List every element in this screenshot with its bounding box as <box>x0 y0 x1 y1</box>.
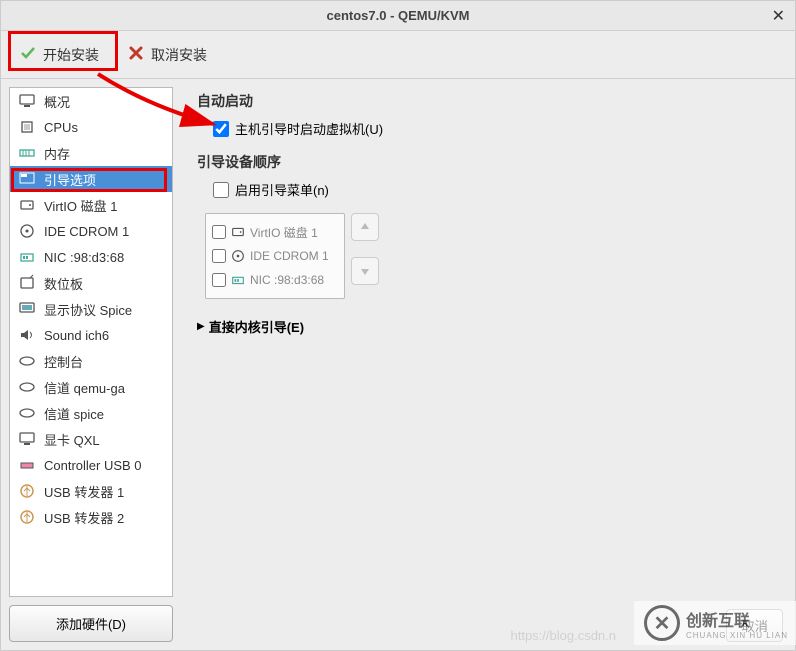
console-icon <box>18 352 36 370</box>
boot-icon <box>18 170 36 188</box>
window-title: centos7.0 - QEMU/KVM <box>326 8 469 23</box>
boot-device-row[interactable]: IDE CDROM 1 <box>210 244 340 268</box>
watermark-text: 创新互联 <box>686 607 788 631</box>
sidebar-item-label: 内存 <box>44 144 70 163</box>
sidebar-item-channel[interactable]: 信道 spice <box>10 400 172 426</box>
boot-device-row[interactable]: NIC :98:d3:68 <box>210 268 340 292</box>
boot-device-label: VirtIO 磁盘 1 <box>250 224 318 241</box>
sidebar-item-label: 数位板 <box>44 274 83 293</box>
channel-icon <box>18 378 36 396</box>
display-icon <box>18 300 36 318</box>
sidebar-item-boot[interactable]: 引导选项 <box>10 166 172 192</box>
sidebar-item-nic[interactable]: NIC :98:d3:68 <box>10 244 172 270</box>
begin-install-label: 开始安装 <box>43 45 99 65</box>
sidebar-item-label: 信道 spice <box>44 404 104 423</box>
expand-icon: ▶ <box>197 321 205 332</box>
memory-icon <box>18 144 36 162</box>
boot-device-checkbox[interactable] <box>212 225 226 239</box>
sidebar-item-usb[interactable]: USB 转发器 2 <box>10 504 172 530</box>
direct-kernel-label: 直接内核引导(E) <box>209 317 304 336</box>
sidebar-item-label: 显示协议 Spice <box>44 300 132 319</box>
sidebar-item-tablet[interactable]: 数位板 <box>10 270 172 296</box>
watermark: ✕ 创新互联 CHUANG XIN HU LIAN <box>634 601 796 645</box>
sidebar: 概况 CPUs 内存引导选项 VirtIO 磁盘 1 IDE CDROM 1 NIC :9… <box>1 79 181 650</box>
direct-kernel-boot-expander[interactable]: ▶ 直接内核引导(E) <box>197 317 779 336</box>
close-icon[interactable]: ✕ <box>772 6 785 26</box>
cdrom-icon <box>18 222 36 240</box>
boot-device-checkbox[interactable] <box>212 249 226 263</box>
sidebar-item-memory[interactable]: 内存 <box>10 140 172 166</box>
disk-icon <box>230 223 246 241</box>
enable-boot-menu-checkbox[interactable] <box>213 182 229 198</box>
sidebar-item-display[interactable]: 显示协议 Spice <box>10 296 172 322</box>
video-icon <box>18 430 36 448</box>
boot-device-label: NIC :98:d3:68 <box>250 273 324 287</box>
check-icon <box>19 44 37 65</box>
sidebar-item-label: USB 转发器 2 <box>44 508 124 527</box>
boot-device-checkbox[interactable] <box>212 273 226 287</box>
cpu-icon <box>18 118 36 136</box>
sidebar-item-label: 显卡 QXL <box>44 430 100 449</box>
autostart-label: 主机引导时启动虚拟机(U) <box>235 119 383 138</box>
sidebar-item-monitor[interactable]: 概况 <box>10 88 172 114</box>
sidebar-item-cpu[interactable]: CPUs <box>10 114 172 140</box>
channel-icon <box>18 404 36 422</box>
usbctrl-icon <box>18 456 36 474</box>
blog-watermark: https://blog.csdn.n <box>510 628 616 643</box>
toolbar: 开始安装 取消安装 <box>1 31 795 79</box>
boot-device-row[interactable]: VirtIO 磁盘 1 <box>210 220 340 244</box>
sidebar-item-label: Sound ich6 <box>44 328 109 343</box>
sidebar-item-usb[interactable]: USB 转发器 1 <box>10 478 172 504</box>
watermark-sub: CHUANG XIN HU LIAN <box>686 631 788 640</box>
sidebar-list[interactable]: 概况 CPUs 内存引导选项 VirtIO 磁盘 1 IDE CDROM 1 NIC :9… <box>9 87 173 597</box>
move-down-button[interactable] <box>351 257 379 285</box>
usb-icon <box>18 508 36 526</box>
sidebar-item-usbctrl[interactable]: Controller USB 0 <box>10 452 172 478</box>
monitor-icon <box>18 92 36 110</box>
sidebar-item-disk[interactable]: VirtIO 磁盘 1 <box>10 192 172 218</box>
sidebar-item-label: CPUs <box>44 120 78 135</box>
enable-boot-menu-label: 启用引导菜单(n) <box>235 180 329 199</box>
sidebar-item-label: 控制台 <box>44 352 83 371</box>
cancel-icon <box>127 44 145 65</box>
sidebar-item-sound[interactable]: Sound ich6 <box>10 322 172 348</box>
sound-icon <box>18 326 36 344</box>
disk-icon <box>18 196 36 214</box>
boot-order-title: 引导设备顺序 <box>197 152 779 172</box>
sidebar-item-label: 概况 <box>44 92 70 111</box>
tablet-icon <box>18 274 36 292</box>
add-hardware-button[interactable]: 添加硬件(D) <box>9 605 173 642</box>
cdrom-icon <box>230 247 246 265</box>
sidebar-item-label: VirtIO 磁盘 1 <box>44 196 117 215</box>
sidebar-item-label: USB 转发器 1 <box>44 482 124 501</box>
sidebar-item-label: IDE CDROM 1 <box>44 224 129 239</box>
boot-device-list[interactable]: VirtIO 磁盘 1 IDE CDROM 1 NIC :98:d3:68 <box>205 213 345 299</box>
autostart-checkbox[interactable] <box>213 121 229 137</box>
sidebar-item-label: NIC :98:d3:68 <box>44 250 124 265</box>
sidebar-item-video[interactable]: 显卡 QXL <box>10 426 172 452</box>
content-pane: 自动启动 主机引导时启动虚拟机(U) 引导设备顺序 启用引导菜单(n) Virt… <box>181 79 795 650</box>
sidebar-item-label: 信道 qemu-ga <box>44 378 125 397</box>
cancel-install-label: 取消安装 <box>151 45 207 65</box>
boot-device-label: IDE CDROM 1 <box>250 249 329 263</box>
nic-icon <box>18 248 36 266</box>
sidebar-item-label: 引导选项 <box>44 170 96 189</box>
usb-icon <box>18 482 36 500</box>
nic-icon <box>230 271 246 289</box>
autostart-title: 自动启动 <box>197 91 779 111</box>
sidebar-item-console[interactable]: 控制台 <box>10 348 172 374</box>
cancel-install-button[interactable]: 取消安装 <box>117 38 217 71</box>
sidebar-item-channel[interactable]: 信道 qemu-ga <box>10 374 172 400</box>
sidebar-item-label: Controller USB 0 <box>44 458 142 473</box>
sidebar-item-cdrom[interactable]: IDE CDROM 1 <box>10 218 172 244</box>
move-up-button[interactable] <box>351 213 379 241</box>
titlebar: centos7.0 - QEMU/KVM ✕ <box>1 1 795 31</box>
begin-install-button[interactable]: 开始安装 <box>9 38 109 71</box>
